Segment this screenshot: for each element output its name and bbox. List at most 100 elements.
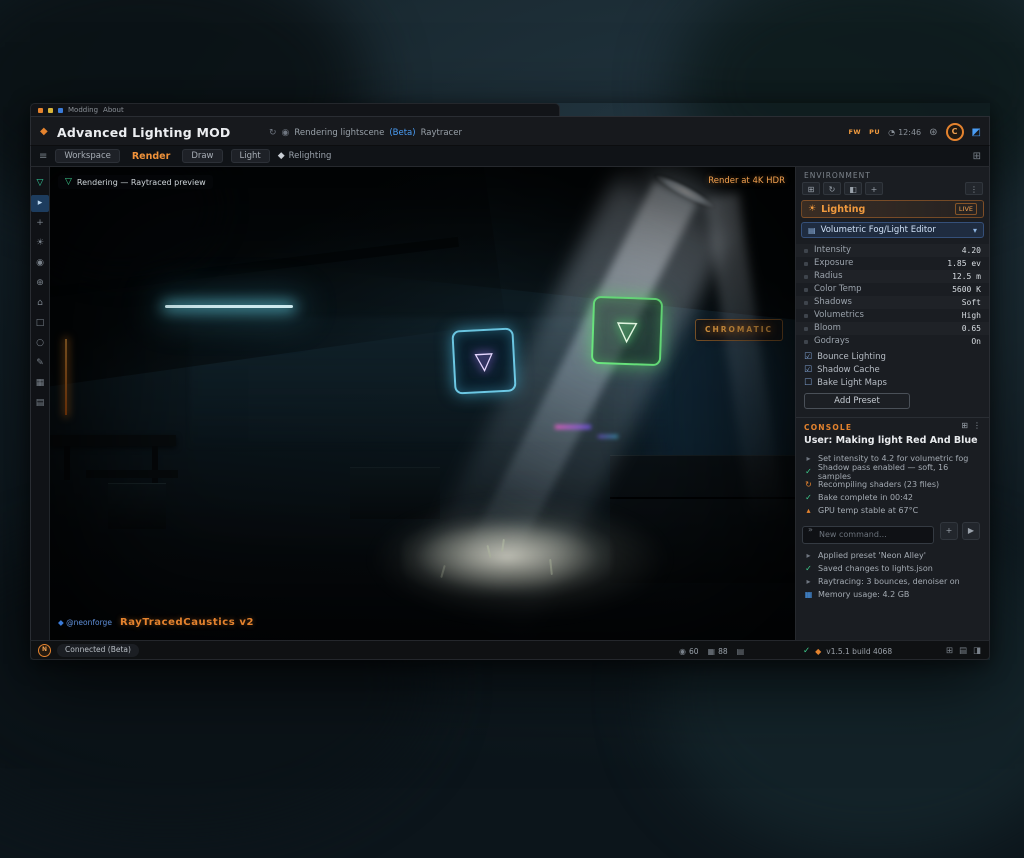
memory-icon: ▦ <box>804 590 813 599</box>
pen-tool-icon[interactable]: ✎ <box>31 355 49 372</box>
toggle-row[interactable]: ☑ Bounce Lighting <box>796 350 989 363</box>
list-stat[interactable]: ▤ <box>737 647 745 656</box>
tab-render-active[interactable]: Render <box>128 151 174 162</box>
split-view-icon[interactable]: ◧ <box>844 182 862 195</box>
property-value[interactable]: 1.85 ev <box>947 257 981 270</box>
property-value[interactable]: 0.65 <box>962 322 981 335</box>
select-tool-icon[interactable]: ▸ <box>31 195 49 212</box>
property-label: Volumetrics <box>814 310 864 320</box>
refresh-icon[interactable]: ↻ <box>823 182 841 195</box>
address-beta-link[interactable]: (Beta) <box>389 128 415 138</box>
editor-dropdown[interactable]: ▤ Volumetric Fog/Light Editor ▾ <box>801 222 984 238</box>
editor-dropdown-value: Volumetric Fog/Light Editor <box>821 225 936 235</box>
mesh-tool-icon[interactable]: ⌂ <box>31 295 49 312</box>
property-row[interactable]: GodraysOn <box>796 335 989 348</box>
attach-button[interactable]: + <box>940 522 958 540</box>
layers-tool-icon[interactable]: ▤ <box>31 395 49 412</box>
globe-tool-icon[interactable]: ⊕ <box>31 275 49 292</box>
statusbar-right-icons: ⊞ ▤ ◨ <box>946 641 981 661</box>
yellow-dot-icon[interactable] <box>48 108 53 113</box>
panel-grid-icon[interactable]: ⊞ <box>946 646 953 656</box>
toggle-row[interactable]: ☑Shadow Cache <box>796 363 989 376</box>
blue-dot-icon[interactable] <box>58 108 63 113</box>
fps-value: 60 <box>689 647 699 656</box>
address-bar[interactable]: ↻ ◉ Rendering lightscene (Beta) Raytrace… <box>269 125 609 141</box>
address-text: Rendering lightscene <box>294 128 384 138</box>
chevron-down-icon: ▾ <box>973 226 977 235</box>
property-value[interactable]: High <box>962 309 981 322</box>
property-value[interactable]: Soft <box>962 296 981 309</box>
property-row[interactable]: Color Temp 5600 K <box>796 283 989 296</box>
checkbox-icon[interactable]: ☑ <box>804 352 812 362</box>
panel-split-icon[interactable]: ◨ <box>973 646 981 656</box>
add-preset-button[interactable]: Add Preset <box>804 393 910 409</box>
tab-light[interactable]: Light <box>231 149 270 164</box>
notifications-icon[interactable]: ⊛ <box>929 127 937 138</box>
property-value[interactable]: 5600 K <box>952 283 981 296</box>
menu-item-about[interactable]: About <box>103 106 124 114</box>
menu-item-modding[interactable]: Modding <box>68 106 98 114</box>
workspace-button[interactable]: Workspace <box>55 149 119 164</box>
clock-text: 12:46 <box>898 128 921 137</box>
property-value[interactable]: 12.5 m <box>952 270 981 283</box>
user-avatar[interactable]: C <box>946 123 964 141</box>
property-value[interactable]: On <box>971 335 981 348</box>
connection-status-pill[interactable]: Connected (Beta) <box>57 644 139 657</box>
expand-icon[interactable]: ⊞ <box>961 421 968 430</box>
creator-handle-text: @neonforge <box>66 618 112 627</box>
add-icon[interactable]: + <box>865 182 883 195</box>
checkbox-icon[interactable]: ☐ <box>804 378 812 388</box>
creator-handle: ◆ @neonforge <box>58 618 112 627</box>
send-button[interactable]: ▶ <box>962 522 980 540</box>
refresh-icon: ↻ <box>804 480 813 489</box>
property-row[interactable]: Volumetrics High <box>796 309 989 322</box>
grid-view-icon[interactable]: ⊞ <box>802 182 820 195</box>
checkbox-icon[interactable]: ☑ <box>804 365 812 375</box>
message-text: Shadow pass enabled — soft, 16 samples <box>818 463 981 481</box>
hamburger-menu-icon[interactable]: ≡ <box>39 151 47 162</box>
message-text: GPU temp stable at 67°C <box>818 506 918 515</box>
tab-draw[interactable]: Draw <box>182 149 222 164</box>
viewport[interactable]: ▽ ▽ CHROMATIC ▽ Rendering — Raytraced pr… <box>50 167 795 640</box>
grid-tool-icon[interactable]: ▦ <box>31 375 49 392</box>
toggle-list: ☑ Bounce Lighting ☑Shadow Cache ☐Bake Lig… <box>796 350 989 389</box>
refresh-icon[interactable]: ↻ <box>269 128 277 138</box>
circle-tool-icon[interactable]: ○ <box>31 335 49 352</box>
property-label: Color Temp <box>814 284 862 294</box>
light-tool-icon[interactable]: ☀ <box>31 235 49 252</box>
more-options-icon[interactable]: ⋮ <box>965 182 983 195</box>
render-status-badge: ▽ Rendering — Raytraced preview <box>58 175 213 189</box>
message-text: Applied preset 'Neon Alley' <box>818 551 926 560</box>
mode-indicator[interactable]: ◆ Relighting <box>278 151 332 161</box>
render-logo-icon: ▽ <box>65 177 72 187</box>
status-avatar[interactable]: N <box>38 644 51 657</box>
property-row[interactable]: Exposure1.85 ev <box>796 257 989 270</box>
bullet-icon: ▸ <box>804 551 813 560</box>
live-badge: LIVE <box>955 203 977 215</box>
more-options-icon[interactable]: ⋮ <box>973 421 981 430</box>
property-row[interactable]: ShadowsSoft <box>796 296 989 309</box>
property-value[interactable]: 4.20 <box>962 244 981 257</box>
orange-dot-icon[interactable] <box>38 108 43 113</box>
property-row[interactable]: Radius12.5 m <box>796 270 989 283</box>
camera-tool-icon[interactable]: ◉ <box>31 255 49 272</box>
rectangle-tool-icon[interactable]: □ <box>31 315 49 332</box>
toggle-row[interactable]: ☐Bake Light Maps <box>796 376 989 389</box>
move-tool-icon[interactable]: + <box>31 215 49 232</box>
address-suffix: Raytracer <box>421 128 462 138</box>
lighting-section-header[interactable]: ☀ Lighting LIVE <box>801 200 984 218</box>
property-row[interactable]: Bloom0.65 <box>796 322 989 335</box>
render-status-text: Rendering — Raytraced preview <box>77 178 206 187</box>
panel-rows-icon[interactable]: ▤ <box>959 646 967 656</box>
property-list: Intensity 4.20 Exposure1.85 ev Radius12.5… <box>796 244 989 348</box>
fw-badge: FW <box>848 128 861 136</box>
panel-divider <box>796 417 989 418</box>
property-row[interactable]: Intensity 4.20 <box>796 244 989 257</box>
layout-grid-icon[interactable]: ⊞ <box>973 151 981 162</box>
status-bar: N Connected (Beta) ◉ 60 ▦ 88 ▤ ✓ ◆ v1.5.… <box>30 640 990 660</box>
property-label: Intensity <box>814 245 851 255</box>
command-input[interactable] <box>802 526 934 544</box>
toggle-label: Bounce Lighting <box>817 352 886 362</box>
chat-icon[interactable]: ◩ <box>972 127 981 138</box>
property-dot-icon <box>804 288 808 292</box>
